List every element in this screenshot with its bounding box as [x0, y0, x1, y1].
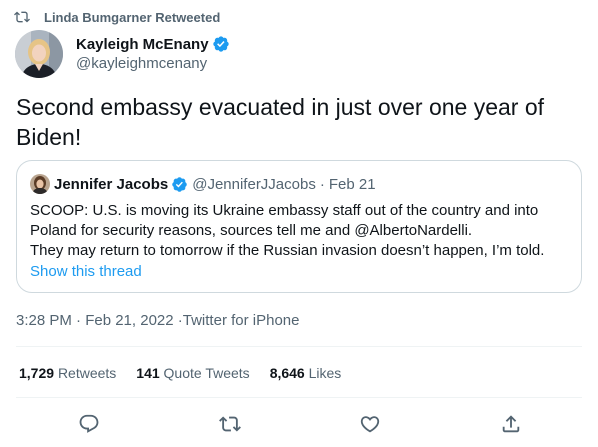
retweet-icon	[14, 11, 30, 23]
quoted-text-line: Poland for security reasons, sources tel…	[30, 222, 473, 239]
tweet-meta: 3:28 PM · Feb 21, 2022 · Twitter for iPh…	[16, 312, 299, 329]
retweet-button[interactable]	[213, 410, 247, 438]
divider	[16, 346, 582, 347]
retweets-label: Retweets	[57, 365, 117, 381]
verified-badge-icon	[172, 176, 187, 192]
tweet-timestamp[interactable]: 3:28 PM · Feb 21, 2022 ·	[16, 312, 183, 329]
quoted-text-line: SCOOP: U.S. is moving its Ukraine embass…	[30, 202, 539, 219]
likes-label: Likes	[308, 365, 342, 381]
reply-icon	[79, 414, 99, 433]
like-button[interactable]	[353, 410, 387, 438]
share-button[interactable]	[494, 410, 528, 438]
quoted-tweet-text: SCOOP: U.S. is moving its Ukraine embass…	[30, 201, 570, 261]
share-icon	[502, 415, 520, 433]
verified-badge-icon	[212, 36, 229, 52]
retweet-icon	[219, 416, 241, 432]
quoted-separator: ·	[319, 175, 325, 193]
quote-tweets-label: Quote Tweets	[163, 365, 250, 381]
tweet-author: Kayleigh McEnany @kayleighmcenany	[76, 34, 230, 72]
reply-button[interactable]	[72, 410, 106, 438]
likes-stat[interactable]: 8,646 Likes	[270, 365, 342, 381]
tweet-stats: 1,729 Retweets 141 Quote Tweets 8,646 Li…	[19, 365, 361, 381]
retweet-context: Linda Bumgarner Retweeted	[14, 8, 220, 26]
retweets-count: 1,729	[19, 365, 55, 381]
quoted-author-avatar[interactable]	[30, 174, 50, 194]
retweet-context-text[interactable]: Linda Bumgarner Retweeted	[44, 10, 220, 25]
show-thread-link[interactable]: Show this thread	[30, 263, 142, 280]
divider	[16, 397, 582, 398]
tweet-text: Second embassy evacuated in just over on…	[16, 94, 545, 150]
likes-count: 8,646	[269, 365, 305, 381]
retweets-stat[interactable]: 1,729 Retweets	[19, 365, 116, 381]
quote-tweets-stat[interactable]: 141 Quote Tweets	[136, 365, 249, 381]
quoted-author-handle: @JenniferJJacobs	[192, 175, 316, 193]
quoted-tweet-header: Jennifer Jacobs @JenniferJJacobs · Feb 2…	[30, 173, 376, 195]
quoted-text-line: They may return to tomorrow if the Russi…	[30, 242, 545, 259]
quoted-author-name[interactable]: Jennifer Jacobs	[54, 176, 168, 193]
author-avatar[interactable]	[15, 30, 63, 78]
author-name[interactable]: Kayleigh McEnany	[76, 36, 209, 53]
quote-tweets-count: 141	[136, 365, 160, 381]
like-icon	[360, 416, 380, 433]
quoted-date[interactable]: Feb 21	[329, 176, 376, 193]
tweet-actions	[0, 410, 598, 438]
tweet-source[interactable]: Twitter for iPhone	[183, 312, 300, 329]
quoted-tweet[interactable]: Jennifer Jacobs @JenniferJJacobs · Feb 2…	[16, 160, 582, 293]
author-handle[interactable]: @kayleighmcenany	[76, 55, 230, 72]
